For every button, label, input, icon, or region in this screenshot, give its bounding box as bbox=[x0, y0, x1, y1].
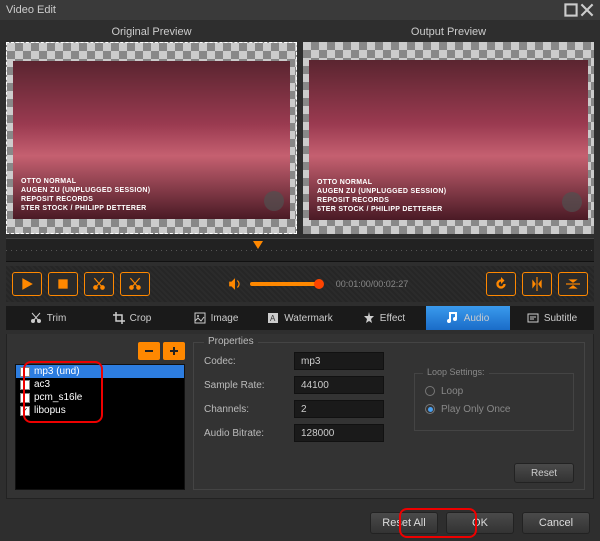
rotate-left-button[interactable] bbox=[486, 272, 516, 296]
transport-controls: 00:01:00/00:02:27 bbox=[6, 266, 594, 302]
dialog-footer: Reset All OK Cancel bbox=[0, 505, 600, 541]
preview-handle-icon[interactable] bbox=[264, 191, 284, 211]
codec-label: Codec: bbox=[204, 356, 284, 367]
video-overlay-text: OTTO NORMAL AUGEN ZU (UNPLUGGED SESSION)… bbox=[317, 178, 446, 214]
preview-handle-icon[interactable] bbox=[562, 192, 582, 212]
cut-start-button[interactable] bbox=[84, 272, 114, 296]
loop-option-once[interactable]: Play Only Once bbox=[425, 400, 563, 418]
tab-image[interactable]: Image bbox=[174, 306, 258, 330]
tab-subtitle[interactable]: Subtitle bbox=[510, 306, 594, 330]
flip-horizontal-button[interactable] bbox=[558, 272, 588, 296]
samplerate-label: Sample Rate: bbox=[204, 380, 284, 391]
tab-effect[interactable]: Effect bbox=[342, 306, 426, 330]
timeline[interactable] bbox=[6, 238, 594, 262]
loop-title: Loop Settings: bbox=[423, 367, 489, 377]
stop-button[interactable] bbox=[48, 272, 78, 296]
maximize-button[interactable] bbox=[564, 4, 578, 16]
properties-title: Properties bbox=[204, 336, 258, 347]
video-edit-window: Video Edit Original Preview OTTO NORMAL … bbox=[0, 0, 600, 541]
playhead-marker-icon[interactable] bbox=[253, 241, 263, 249]
titlebar: Video Edit bbox=[0, 0, 600, 20]
edit-tabs: Trim Crop Image AWatermark Effect Audio … bbox=[6, 306, 594, 330]
bitrate-value[interactable]: 128000 bbox=[294, 424, 384, 442]
channels-label: Channels: bbox=[204, 404, 284, 415]
reset-button[interactable]: Reset bbox=[514, 463, 574, 483]
remove-audio-button[interactable] bbox=[138, 342, 160, 360]
loop-settings: Loop Settings: Loop Play Only Once bbox=[414, 373, 574, 431]
play-button[interactable] bbox=[12, 272, 42, 296]
tab-audio[interactable]: Audio bbox=[426, 306, 510, 330]
video-overlay-text: OTTO NORMAL AUGEN ZU (UNPLUGGED SESSION)… bbox=[21, 177, 150, 213]
close-button[interactable] bbox=[580, 4, 594, 16]
window-title: Video Edit bbox=[6, 4, 56, 16]
svg-text:A: A bbox=[270, 314, 276, 323]
flip-vertical-button[interactable] bbox=[522, 272, 552, 296]
channels-value[interactable]: 2 bbox=[294, 400, 384, 418]
annotation-highlight bbox=[399, 508, 477, 538]
add-audio-button[interactable] bbox=[163, 342, 185, 360]
tab-crop[interactable]: Crop bbox=[90, 306, 174, 330]
original-preview-label: Original Preview bbox=[6, 26, 297, 42]
tab-watermark[interactable]: AWatermark bbox=[258, 306, 342, 330]
original-preview: OTTO NORMAL AUGEN ZU (UNPLUGGED SESSION)… bbox=[6, 42, 297, 234]
annotation-highlight bbox=[23, 361, 103, 423]
timecode: 00:01:00/00:02:27 bbox=[336, 279, 409, 289]
volume-slider[interactable] bbox=[250, 282, 320, 286]
output-preview: OTTO NORMAL AUGEN ZU (UNPLUGGED SESSION)… bbox=[303, 42, 594, 234]
audio-panel: mp3 (und) ac3 pcm_s16le ✓libopus Propert… bbox=[6, 334, 594, 499]
output-preview-label: Output Preview bbox=[303, 26, 594, 42]
samplerate-value[interactable]: 44100 bbox=[294, 376, 384, 394]
loop-option-loop[interactable]: Loop bbox=[425, 382, 563, 400]
codec-value[interactable]: mp3 bbox=[294, 352, 384, 370]
properties-panel: Properties Codec:mp3 Sample Rate:44100 C… bbox=[193, 342, 585, 490]
cut-end-button[interactable] bbox=[120, 272, 150, 296]
bitrate-label: Audio Bitrate: bbox=[204, 428, 284, 439]
volume-icon[interactable] bbox=[228, 277, 242, 291]
tab-trim[interactable]: Trim bbox=[6, 306, 90, 330]
cancel-button[interactable]: Cancel bbox=[522, 512, 590, 534]
